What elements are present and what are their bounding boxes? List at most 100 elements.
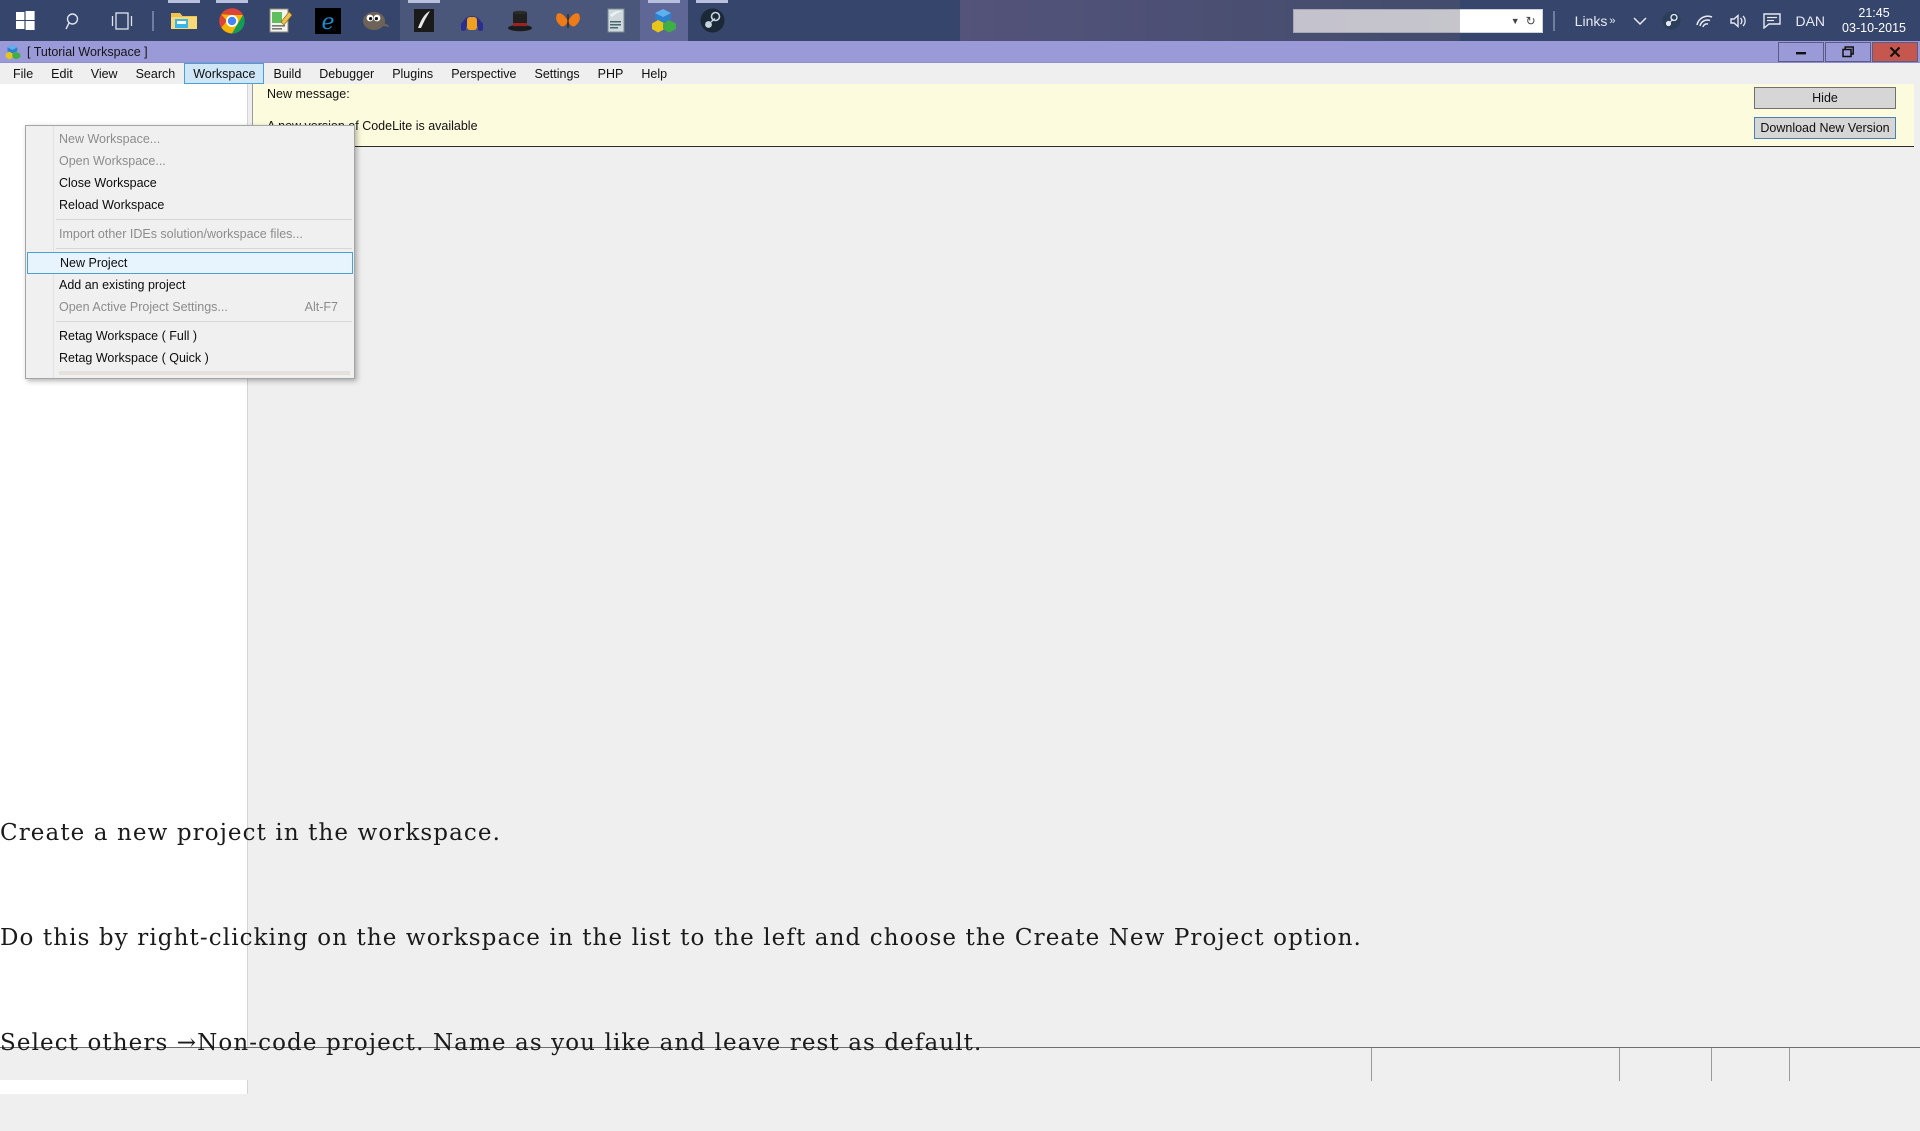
- menu-item-label: Open Active Project Settings...: [59, 300, 228, 314]
- running-indicator: [648, 0, 680, 3]
- taskbar-item-document[interactable]: [592, 0, 640, 41]
- system-tray: ▼ ↻ Links » DAN 21:45 03-10-2015: [1292, 0, 1920, 41]
- svg-text:e: e: [321, 10, 334, 34]
- volume-glyph: [1730, 13, 1747, 28]
- menu-item-retag-workspace-full[interactable]: Retag Workspace ( Full ): [26, 325, 354, 347]
- menu-php[interactable]: PHP: [589, 63, 633, 84]
- menubar: File Edit View Search Workspace Build De…: [0, 63, 1920, 84]
- search-icon[interactable]: [50, 0, 98, 41]
- steam-tray-glyph: [1662, 11, 1681, 30]
- menu-item-add-existing-project[interactable]: Add an existing project: [26, 274, 354, 296]
- menu-debugger[interactable]: Debugger: [310, 63, 383, 84]
- tray-links-overflow[interactable]: »: [1609, 0, 1625, 41]
- menu-bottom-rail: [59, 371, 350, 375]
- task-view-icon[interactable]: [98, 0, 146, 41]
- menu-item-retag-workspace-quick[interactable]: Retag Workspace ( Quick ): [26, 347, 354, 369]
- codelite-title-glyph: [5, 44, 21, 59]
- microsoft-edge-icon: e: [315, 7, 341, 34]
- menu-item-new-workspace: New Workspace...: [59, 132, 161, 146]
- minimize-icon: [1796, 52, 1806, 55]
- menu-item-import-other-ides: Import other IDEs solution/workspace fil…: [59, 227, 303, 241]
- steam-tray-icon[interactable]: [1655, 0, 1688, 41]
- menu-separator: [56, 248, 352, 249]
- tutorial-annotation: Create a new project in the workspace. D…: [0, 746, 1920, 1131]
- tray-search-input[interactable]: ▼ ↻: [1292, 8, 1543, 33]
- running-indicator: [408, 0, 440, 3]
- imagemagick-icon: [414, 9, 434, 32]
- menu-separator: [56, 321, 352, 322]
- taskbar-item-file-explorer[interactable]: [160, 0, 208, 41]
- menu-help[interactable]: Help: [632, 63, 676, 84]
- tray-links-label[interactable]: Links: [1561, 0, 1610, 41]
- download-new-version-button[interactable]: Download New Version: [1754, 117, 1896, 139]
- restore-button[interactable]: [1825, 42, 1871, 62]
- menu-perspective[interactable]: Perspective: [442, 63, 525, 84]
- window-controls: [1777, 42, 1918, 62]
- taskbar-item-inkscape[interactable]: [544, 0, 592, 41]
- action-center-icon[interactable]: [1756, 0, 1788, 41]
- menu-workspace[interactable]: Workspace: [184, 63, 265, 84]
- windows-start-icon[interactable]: [0, 0, 50, 41]
- menu-separator: [56, 219, 352, 220]
- taskbar-separator: [152, 10, 154, 31]
- taskbar-item-microsoft-edge[interactable]: e: [304, 0, 352, 41]
- tray-time: 21:45: [1858, 5, 1890, 20]
- notification-buttons: Hide Download New Version: [1754, 87, 1896, 139]
- window-title: [ Tutorial Workspace ]: [27, 44, 148, 59]
- hide-button[interactable]: Hide: [1754, 87, 1896, 109]
- tutorial-line-3: Select others →Non-code project. Name as…: [0, 1030, 983, 1056]
- running-indicator: [168, 0, 200, 3]
- taskbar-item-audacity[interactable]: [448, 0, 496, 41]
- menu-build[interactable]: Build: [264, 63, 310, 84]
- menu-item-reload-workspace[interactable]: Reload Workspace: [26, 194, 354, 216]
- menu-view[interactable]: View: [82, 63, 127, 84]
- tray-user-label[interactable]: DAN: [1788, 0, 1832, 41]
- audacity-icon: [461, 15, 483, 31]
- restore-icon: [1841, 46, 1854, 58]
- menu-item-open-active-project-settings: Open Active Project Settings... Alt-F7: [26, 296, 354, 318]
- steam-icon: [700, 8, 724, 33]
- refresh-icon[interactable]: ↻: [1526, 14, 1536, 28]
- tutorial-line-2: Do this by right-clicking on the workspa…: [0, 925, 1362, 951]
- tray-separator: [1552, 10, 1555, 31]
- codelite-icon: [5, 44, 21, 60]
- taskbar-item-google-chrome[interactable]: [208, 0, 256, 41]
- menu-item-new-project[interactable]: New Project: [27, 252, 353, 274]
- workspace-dropdown-menu: New Workspace... Open Workspace... Close…: [25, 125, 355, 379]
- taskbar-item-imagemagick[interactable]: [400, 0, 448, 41]
- codelite-icon: [652, 9, 676, 33]
- chevron-down-icon[interactable]: ▼: [1511, 16, 1520, 26]
- windows-taskbar: e ▼ ↻ Links » DAN 21:45 03-10-2015: [0, 0, 1920, 41]
- taskbar-item-miktex[interactable]: [496, 0, 544, 41]
- taskbar-item-codelite[interactable]: [640, 0, 688, 41]
- close-icon: [1889, 46, 1901, 58]
- menu-search[interactable]: Search: [127, 63, 185, 84]
- menu-plugins[interactable]: Plugins: [383, 63, 442, 84]
- menu-file[interactable]: File: [4, 63, 42, 84]
- butterfly-icon: [556, 12, 580, 28]
- volume-icon[interactable]: [1722, 0, 1756, 41]
- codelite-window: [ Tutorial Workspace ] File Edit View Se…: [0, 41, 1920, 1094]
- menu-edit[interactable]: Edit: [42, 63, 82, 84]
- wifi-glyph: [1696, 14, 1713, 27]
- menu-item-close-workspace[interactable]: Close Workspace: [26, 172, 354, 194]
- minimize-button[interactable]: [1778, 42, 1824, 62]
- wifi-icon[interactable]: [1688, 0, 1722, 41]
- document-icon: [607, 8, 625, 33]
- menu-item-shortcut: Alt-F7: [304, 300, 338, 314]
- taskbar-item-notepadpp[interactable]: [256, 0, 304, 41]
- running-indicator: [216, 0, 248, 3]
- tophat-icon: [508, 10, 532, 31]
- close-button[interactable]: [1872, 42, 1918, 62]
- chevron-down-glyph: [1633, 16, 1648, 25]
- task-view-glyph: [111, 11, 133, 30]
- tray-chevron-up-icon[interactable]: [1625, 0, 1655, 41]
- menu-settings[interactable]: Settings: [526, 63, 589, 84]
- taskbar-item-steam[interactable]: [688, 0, 736, 41]
- taskbar-item-gimp[interactable]: [352, 0, 400, 41]
- notification-title: New message:: [267, 87, 350, 101]
- notepadpp-icon: [269, 8, 292, 33]
- action-center-glyph: [1763, 12, 1782, 29]
- tray-clock[interactable]: 21:45 03-10-2015: [1832, 6, 1920, 36]
- menu-item-open-workspace: Open Workspace...: [59, 154, 166, 168]
